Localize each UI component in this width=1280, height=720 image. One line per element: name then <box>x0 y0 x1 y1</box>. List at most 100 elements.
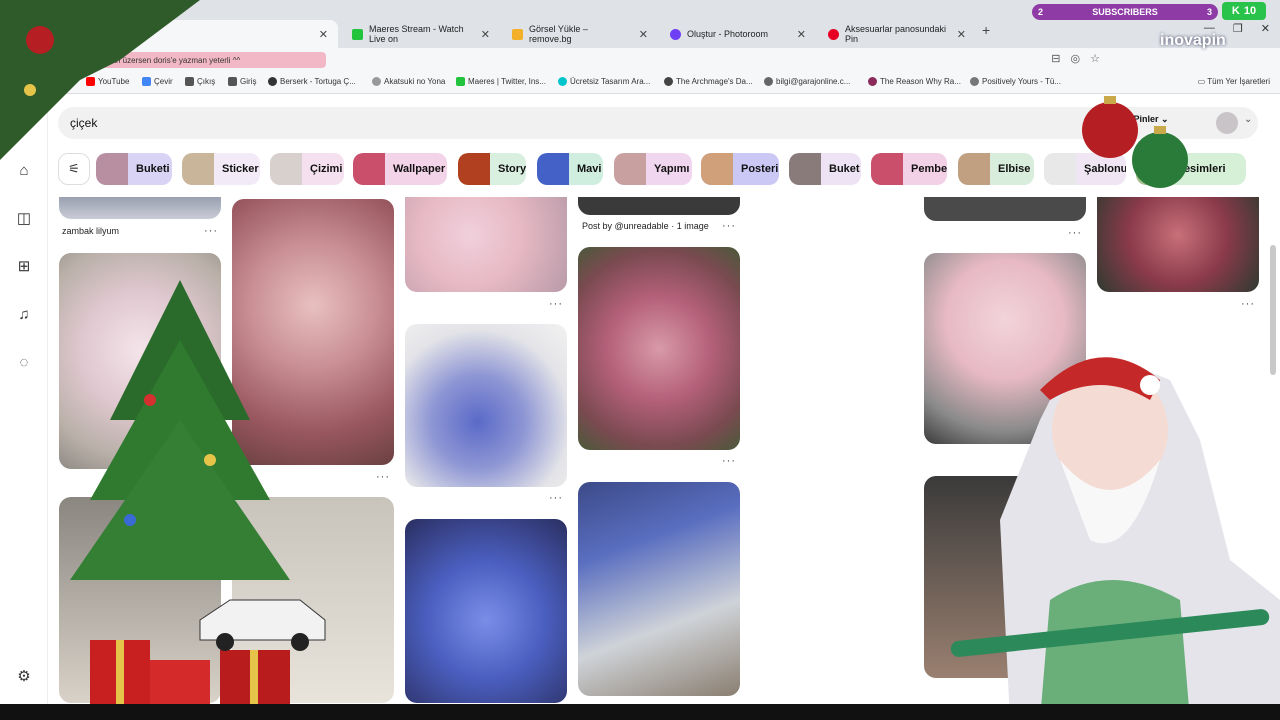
scrollbar[interactable] <box>1270 245 1276 375</box>
chip-buketi[interactable]: Buketi <box>96 153 172 185</box>
tab-pinterest[interactable]: Pinterest ✕ <box>48 20 338 48</box>
create-icon[interactable]: ⊞ <box>14 257 34 277</box>
close-window-icon[interactable]: ✕ <box>1261 22 1270 35</box>
chip-story[interactable]: Story <box>458 153 526 185</box>
search-input[interactable]: çiçek <box>58 107 1258 139</box>
chip-resimleri[interactable]: Resimleri <box>1136 153 1246 185</box>
chip-cizimi[interactable]: Çizimi <box>270 153 344 185</box>
more-options-icon[interactable]: ··· <box>376 471 390 483</box>
pin-title: Post by @unreadable · 1 image <box>582 221 709 231</box>
install-icon[interactable]: ⊟ <box>1051 52 1060 65</box>
chip-yapimi[interactable]: Yapımı <box>614 153 692 185</box>
bookmark-label: The Archmage's Da... <box>676 77 753 86</box>
chip-posteri[interactable]: Posteri <box>701 153 779 185</box>
bookmark-icon <box>372 77 381 86</box>
tab-label: Pinterest <box>75 29 111 39</box>
chevron-down-icon[interactable]: ⌄ <box>1244 114 1252 125</box>
new-tab-button[interactable]: + <box>982 22 990 38</box>
messages-icon[interactable]: ◌ <box>14 353 34 373</box>
brand-logo: inovapin <box>1160 32 1226 49</box>
chip-wallpaper[interactable]: Wallpaper <box>353 153 447 185</box>
chip-sablonu[interactable]: Şablonu <box>1044 153 1126 185</box>
bookmark-label: Maeres | Twitter, Ins... <box>468 77 546 86</box>
avatar[interactable] <box>1216 112 1238 134</box>
chip-buket[interactable]: Buket <box>789 153 861 185</box>
pin-image[interactable] <box>924 476 1086 678</box>
eye-off-icon[interactable]: ◎ <box>1071 52 1081 65</box>
bookmark-youtube[interactable]: YouTube <box>86 77 129 86</box>
all-bookmarks-label: Tüm Yer İşaretleri <box>1207 77 1270 86</box>
bookmark-label: Ücretsiz Tasarım Ara... <box>570 77 651 86</box>
more-options-icon[interactable]: ··· <box>722 220 736 232</box>
pin-image[interactable] <box>59 197 221 219</box>
home-icon[interactable]: ⌂ <box>14 161 34 181</box>
pin-image[interactable] <box>232 497 394 703</box>
bookmark-icon <box>185 77 194 86</box>
chip-label: Story <box>498 163 526 175</box>
more-options-icon[interactable]: ··· <box>549 298 563 310</box>
tab-label: Maeres Stream - Watch Live on <box>369 24 464 44</box>
bookmark-label: The Reason Why Ra... <box>880 77 961 86</box>
chip-label: Buketi <box>136 163 170 175</box>
chip-elbise[interactable]: Elbise <box>958 153 1034 185</box>
pin-image[interactable] <box>405 324 567 487</box>
bookmark-yona[interactable]: Akatsuki no Yona <box>372 77 445 86</box>
settings-icon[interactable]: ⚙ <box>14 667 34 687</box>
kick-badge: K 10 <box>1222 2 1266 20</box>
chip-pembe[interactable]: Pembe <box>871 153 947 185</box>
close-icon[interactable]: ✕ <box>481 28 490 41</box>
bookmark-reason[interactable]: The Reason Why Ra... <box>868 77 961 86</box>
tab-pin[interactable]: Aksesuarlar panosundaki Pin ✕ <box>818 20 976 48</box>
bottom-bar <box>0 704 1280 720</box>
tab-photoroom[interactable]: Oluştur - Photoroom ✕ <box>660 20 816 48</box>
pin-image[interactable] <box>578 197 740 215</box>
chip-label: Şablonu <box>1084 163 1126 175</box>
chip-mavi[interactable]: Mavi <box>537 153 603 185</box>
bookmark-label: Positively Yours - Tü... <box>982 77 1061 86</box>
close-icon[interactable]: ✕ <box>957 28 966 41</box>
pin-image[interactable] <box>405 519 567 703</box>
pins-filter-label: Tüm Pinler <box>1112 114 1159 124</box>
pin-image[interactable] <box>924 253 1086 444</box>
more-options-icon[interactable]: ··· <box>549 492 563 504</box>
tab-removebg[interactable]: Görsel Yükle – remove.bg ✕ <box>502 20 658 48</box>
more-options-icon[interactable]: ··· <box>204 225 218 237</box>
pins-filter-dropdown[interactable]: Tüm Pinler ⌄ <box>1112 114 1169 125</box>
chip-thumb <box>353 153 385 185</box>
bell-icon[interactable]: ♫ <box>14 305 34 325</box>
close-icon[interactable]: ✕ <box>639 28 648 41</box>
more-options-icon[interactable]: ··· <box>1068 227 1082 239</box>
bookmark-label: Berserk - Tortuga Ç... <box>280 77 356 86</box>
bookmark-mail[interactable]: bilgi@garajonline.c... <box>764 77 850 86</box>
bookmark-maeres[interactable]: Maeres | Twitter, Ins... <box>456 77 546 86</box>
all-bookmarks[interactable]: ▭ Tüm Yer İşaretleri <box>1198 77 1270 86</box>
bookmark-canva[interactable]: Ücretsiz Tasarım Ara... <box>558 77 650 86</box>
close-icon[interactable]: ✕ <box>319 28 328 41</box>
bookmark-berserk[interactable]: Berserk - Tortuga Ç... <box>268 77 356 86</box>
explore-icon[interactable]: ◫ <box>14 209 34 229</box>
address-input[interactable]: Ne zaman üzersen doris'e yazman yeterli … <box>76 52 326 68</box>
more-options-icon[interactable]: ··· <box>1241 298 1255 310</box>
pin-image[interactable] <box>59 497 221 703</box>
pin-image[interactable] <box>924 197 1086 221</box>
bookmark-giris[interactable]: Giriş <box>228 77 256 86</box>
bookmark-positively[interactable]: Positively Yours - Tü... <box>970 77 1061 86</box>
pin-image[interactable] <box>1097 197 1259 292</box>
pin-image[interactable] <box>232 199 394 465</box>
pin-image[interactable] <box>59 253 221 469</box>
bookmark-cevir[interactable]: Çevir <box>142 77 173 86</box>
filter-button[interactable]: ⚟ <box>58 153 90 185</box>
pin-image[interactable] <box>578 482 740 696</box>
bookmark-cikis[interactable]: Çıkış <box>185 77 215 86</box>
pinterest-icon <box>828 28 839 40</box>
maximize-icon[interactable]: ❐ <box>1233 22 1243 35</box>
bookmark-archmage[interactable]: The Archmage's Da... <box>664 77 753 86</box>
star-icon[interactable]: ☆ <box>1090 52 1100 65</box>
pin-image[interactable] <box>405 197 567 292</box>
more-options-icon[interactable]: ··· <box>722 455 736 467</box>
chip-thumb <box>958 153 990 185</box>
close-icon[interactable]: ✕ <box>797 28 806 41</box>
chip-sticker[interactable]: Sticker <box>182 153 260 185</box>
pin-image[interactable] <box>578 247 740 450</box>
tab-maeres[interactable]: Maeres Stream - Watch Live on ✕ <box>342 20 500 48</box>
